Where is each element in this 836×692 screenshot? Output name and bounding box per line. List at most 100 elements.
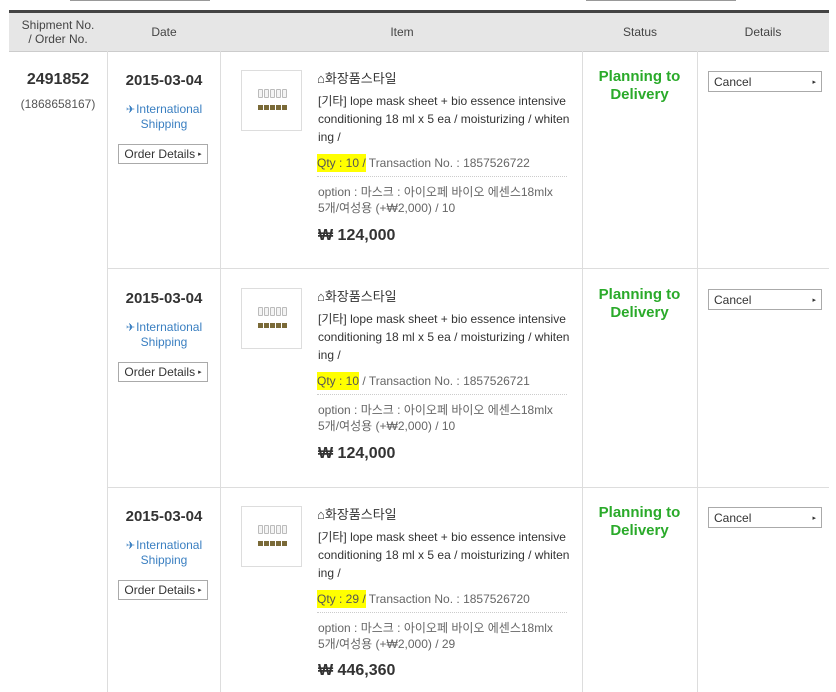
bottle-shape [264,525,269,534]
caret-right-icon: ▸ [198,151,202,158]
status-line1: Planning to [598,68,681,85]
item-price: ₩ 124,000 [318,445,396,462]
caret-right-icon: ▸ [812,514,816,522]
store-name[interactable]: ⌂화장품스타일 [317,504,397,523]
shipping-type-line2: Shipping [140,553,188,567]
order-status: Planning to Delivery [583,68,696,104]
order-details-label: Order Details [124,583,196,597]
row-divider [108,268,829,269]
top-divider [70,0,210,1]
bottle-shape [282,89,287,98]
order-number: (1868658167) [20,97,96,111]
column-divider [220,51,221,692]
bottle-cap-shape [264,323,269,328]
dotted-divider [317,394,567,395]
header-shipment-label: Shipment No. [21,18,95,32]
order-status: Planning to Delivery [583,286,696,322]
bottle-shape [264,307,269,316]
caret-right-icon: ▸ [812,296,816,304]
option-line1: option : 마스크 : 아이오페 바이오 에센스18mlx [318,403,553,417]
option-line2: 5개/여성용 (+₩2,000) / 29 [318,637,456,651]
caret-right-icon: ▸ [812,78,816,86]
bottle-shape [264,89,269,98]
header-order-label: / Order No. [28,32,88,46]
bottle-shape [270,307,275,316]
cancel-label: Cancel [714,74,752,89]
quantity: Qty : 10 / [317,154,366,172]
bottle-cap-shape [276,105,281,110]
option-line1: option : 마스크 : 아이오페 바이오 에센스18mlx [318,621,553,635]
transaction-number: / Transaction No. : 1857526721 [359,374,530,388]
cancel-select[interactable]: Cancel ▸ [708,71,822,92]
bottle-shape [282,307,287,316]
bottle-cap-shape [282,541,287,546]
home-icon: ⌂ [317,289,325,304]
dotted-divider [317,176,567,177]
store-label: 화장품스타일 [324,507,397,522]
item-option: option : 마스크 : 아이오페 바이오 에센스18mlx 5개/여성용 (… [318,402,570,434]
shipping-type-line1: International [136,102,203,116]
option-line2: 5개/여성용 (+₩2,000) / 10 [318,201,456,215]
airplane-icon: ✈ [125,322,136,334]
store-name[interactable]: ⌂화장품스타일 [317,286,397,305]
bottle-shape [282,525,287,534]
order-status: Planning to Delivery [583,504,696,540]
caret-right-icon: ▸ [198,587,202,594]
bottle-shape [270,525,275,534]
item-name[interactable]: [기타] lope mask sheet + bio essence inten… [318,310,570,364]
bottle-cap-shape [258,105,263,110]
status-line1: Planning to [598,504,681,521]
cancel-label: Cancel [714,292,752,307]
shipping-type-line1: International [136,320,203,334]
order-details-button[interactable]: Order Details ▸ [118,362,208,382]
status-line2: Delivery [610,522,669,539]
bottle-shape [276,307,281,316]
bottle-cap-shape [276,323,281,328]
bottle-cap-shape [270,541,275,546]
shipping-type[interactable]: ✈International Shipping [108,538,220,567]
shipping-type[interactable]: ✈International Shipping [108,320,220,349]
item-option: option : 마스크 : 아이오페 바이오 에센스18mlx 5개/여성용 (… [318,184,570,216]
bottle-cap-shape [264,105,269,110]
top-divider [586,0,736,1]
qty-transaction: Qty : 29 / Transaction No. : 1857526720 [317,590,530,608]
bottle-shape [258,307,263,316]
dotted-divider [317,612,567,613]
order-details-button[interactable]: Order Details ▸ [118,580,208,600]
shipping-type[interactable]: ✈International Shipping [108,102,220,131]
product-thumbnail[interactable] [241,506,302,567]
status-line1: Planning to [598,286,681,303]
status-line2: Delivery [610,86,669,103]
header-status: Status [622,25,658,39]
order-details-label: Order Details [124,365,196,379]
row-divider [108,487,829,488]
transaction-number: Transaction No. : 1857526720 [365,592,530,606]
column-divider [107,51,108,692]
header-details: Details [744,25,782,39]
product-thumbnail[interactable] [241,288,302,349]
item-name[interactable]: [기타] lope mask sheet + bio essence inten… [318,92,570,146]
home-icon: ⌂ [317,507,325,522]
store-name[interactable]: ⌂화장품스타일 [317,68,397,87]
product-thumbnail[interactable] [241,70,302,131]
order-details-button[interactable]: Order Details ▸ [118,144,208,164]
header-shipment-order: Shipment No. / Order No. [9,13,107,51]
header-item: Item [390,25,414,39]
store-label: 화장품스타일 [324,289,397,304]
shipping-type-line1: International [136,538,203,552]
option-line1: option : 마스크 : 아이오페 바이오 에센스18mlx [318,185,553,199]
bottle-cap-shape [258,541,263,546]
bottle-cap-shape [282,105,287,110]
bottle-cap-shape [264,541,269,546]
airplane-icon: ✈ [125,540,136,552]
order-date: 2015-03-04 [125,290,203,307]
bottle-cap-shape [276,541,281,546]
bottle-shape [276,525,281,534]
cancel-select[interactable]: Cancel ▸ [708,289,822,310]
table-header: Shipment No. / Order No. Date Item Status… [9,13,829,52]
bottle-shape [276,89,281,98]
bottle-shape [258,525,263,534]
cancel-select[interactable]: Cancel ▸ [708,507,822,528]
item-name[interactable]: [기타] lope mask sheet + bio essence inten… [318,528,570,582]
home-icon: ⌂ [317,71,325,86]
